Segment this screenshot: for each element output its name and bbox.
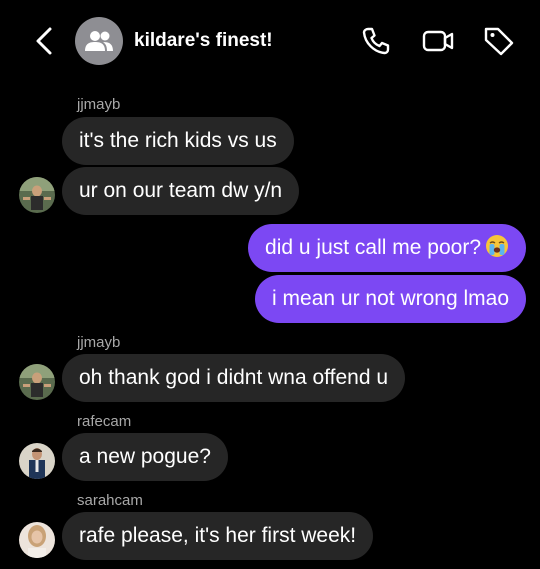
message-text: it's the rich kids vs us xyxy=(79,129,277,152)
group-avatar[interactable] xyxy=(75,17,123,65)
tag-icon[interactable] xyxy=(482,24,516,58)
chat-header: kildare's finest! xyxy=(0,0,540,82)
message-text: rafe please, it's her first week! xyxy=(79,524,357,547)
message-bubble-outgoing[interactable]: did u just call me poor? xyxy=(248,224,526,272)
video-call-icon[interactable] xyxy=(421,24,455,58)
back-chevron-icon[interactable] xyxy=(30,24,60,58)
avatar-rafecam[interactable] xyxy=(19,443,55,479)
message-bubble-incoming[interactable]: rafe please, it's her first week! xyxy=(62,512,374,560)
sender-name: sarahcam xyxy=(77,492,143,509)
message-text: did u just call me poor? xyxy=(265,236,481,259)
avatar-jjmayb[interactable] xyxy=(19,364,55,400)
loudly-crying-face-icon xyxy=(486,235,508,257)
message-text: a new pogue? xyxy=(79,445,211,468)
message-bubble-incoming[interactable]: oh thank god i didnt wna offend u xyxy=(62,354,406,402)
sender-name: rafecam xyxy=(77,413,132,430)
chat-title[interactable]: kildare's finest! xyxy=(134,30,273,52)
avatar-jjmayb[interactable] xyxy=(19,177,55,213)
message-bubble-outgoing[interactable]: i mean ur not wrong lmao xyxy=(255,275,526,323)
message-bubble-incoming[interactable]: it's the rich kids vs us xyxy=(62,117,294,165)
message-text: oh thank god i didnt wna offend u xyxy=(79,366,389,389)
message-text: i mean ur not wrong lmao xyxy=(272,287,509,310)
message-bubble-incoming[interactable]: a new pogue? xyxy=(62,433,228,481)
sender-name: jjmayb xyxy=(77,334,121,351)
sender-name: jjmayb xyxy=(77,96,121,113)
message-bubble-incoming[interactable]: ur on our team dw y/n xyxy=(62,167,300,215)
group-people-icon xyxy=(85,31,113,51)
phone-icon[interactable] xyxy=(359,24,393,58)
avatar-sarahcam[interactable] xyxy=(19,522,55,558)
message-text: ur on our team dw y/n xyxy=(79,179,283,202)
